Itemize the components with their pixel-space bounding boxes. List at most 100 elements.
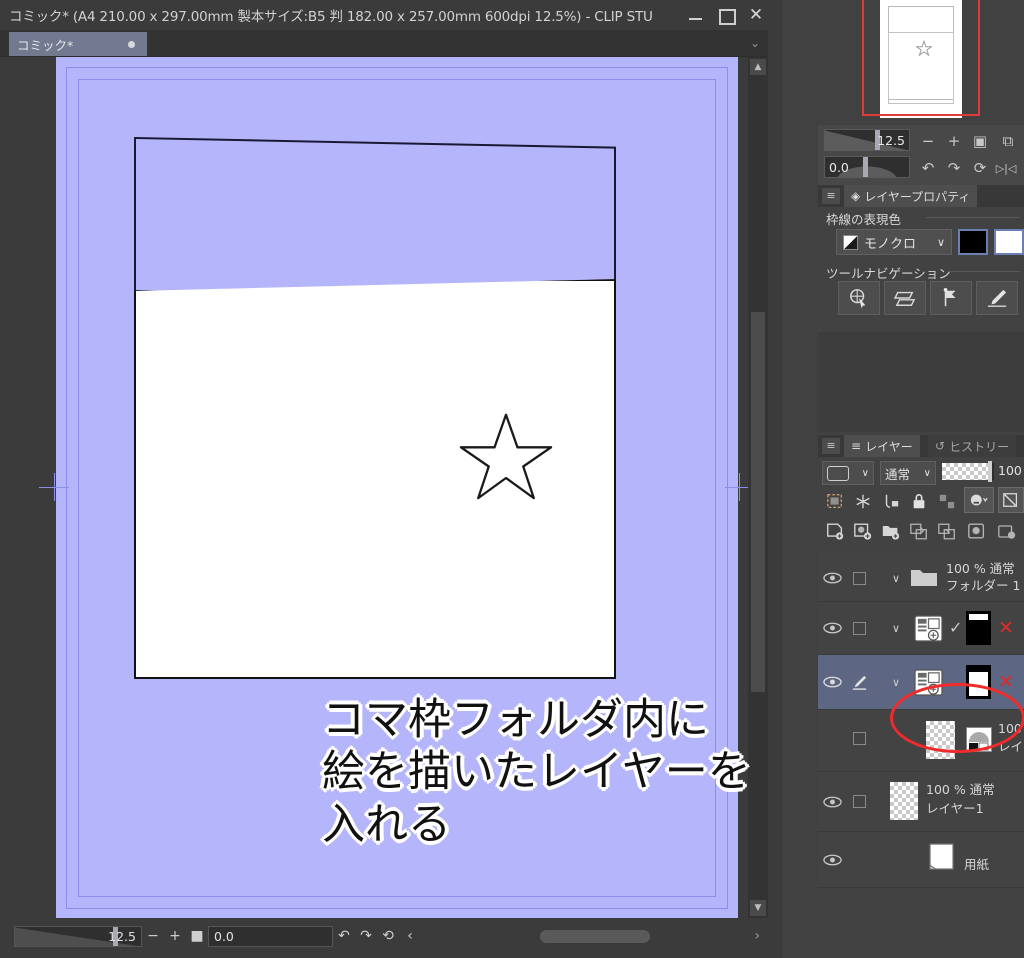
mask-apply-icon[interactable] [994,519,1020,543]
status-bar: 12.5 − + ■ 0.0 ↶ ↷ ⟲ ‹ › [0,918,768,958]
layer-expander-chevron-icon[interactable]: ∨ [886,655,906,709]
collapse-left-chevron-icon[interactable]: ‹ [399,926,421,947]
layer-expander-chevron-icon[interactable]: ∨ [886,602,906,654]
expression-color-dropdown[interactable]: モノクロ ∨ [836,229,952,255]
layer-thumbnail-transparent[interactable] [926,721,955,759]
navigator-rotation-handle[interactable] [863,157,868,177]
ruler-lock-icon[interactable] [878,489,904,513]
layer-palette-menu-icon[interactable]: ≡ [822,438,840,454]
expand-right-chevron-icon[interactable]: › [754,928,760,944]
navigator-rotate-reset-button[interactable]: ⟳ [968,156,992,180]
tab-history[interactable]: ↺ ヒストリー [928,435,1017,457]
tool-nav-transform-skew-icon[interactable] [884,281,926,315]
navigator-view-frame[interactable] [862,0,980,116]
tab-layer[interactable]: ≡ レイヤー [844,435,920,457]
blend-mode-dropdown[interactable]: 通常 ∨ [880,461,936,485]
color-swatch-white[interactable] [994,229,1024,255]
maximize-button[interactable] [718,7,736,25]
lock-layer-icon[interactable] [906,489,932,513]
layer-thumbnail-transparent[interactable] [890,782,918,820]
layer-property-menu-icon[interactable]: ≡ [822,188,840,204]
layer-row-layer-1[interactable]: 100 % 通常 レイヤー1 [818,772,1024,832]
layer-reference-checkbox[interactable] [846,728,872,748]
new-raster-layer-icon[interactable] [822,519,848,543]
layer-palette-header: ≡ ≡ レイヤー ↺ ヒストリー [818,435,1024,457]
quick-mask-icon[interactable] [850,489,876,513]
new-folder-icon[interactable] [878,519,904,543]
mask-disabled-x-icon[interactable]: ✕ [998,673,1014,692]
layer-list[interactable]: ∨ 100 % 通常 フォルダー 1 ∨ ✓ ✕ ∨ ✕ 100 レイ 100 … [818,555,1024,958]
layer-row-drawing-layer[interactable]: 100 レイ [818,710,1024,772]
combine-down-icon[interactable] [934,519,960,543]
layer-edit-pen-icon[interactable] [846,655,872,709]
layer-color-dropdown[interactable]: ∨ [822,461,874,485]
zoom-in-button[interactable]: + [164,926,186,947]
layer-visibility-eye-icon[interactable] [818,555,846,601]
layer-mask-thumbnail-small[interactable] [966,727,992,752]
mask-enable-icon[interactable] [964,487,994,513]
minimize-button[interactable] [688,7,704,23]
mask-disable-icon[interactable] [998,487,1024,513]
navigator-zoom-slider[interactable]: 12.5 [824,129,910,151]
opacity-value: 100 [998,463,1022,478]
rotate-left-button[interactable]: ↶ [333,926,355,947]
tab-layer-property[interactable]: ◈ レイヤープロパティ [844,185,978,207]
rotate-right-button[interactable]: ↷ [355,926,377,947]
layer-reference-checkbox[interactable] [846,555,872,601]
fit-to-screen-button[interactable]: ■ [186,926,208,947]
canvas-viewport[interactable]: コマ枠フォルダ内に 絵を描いたレイヤーを 入れる [0,57,768,918]
status-bar-pill[interactable] [540,930,650,943]
color-swatch-black[interactable] [958,229,988,255]
layer-reference-checkbox[interactable] [846,772,872,831]
comic-panel-top[interactable] [134,137,616,302]
mask-disabled-x-icon[interactable]: ✕ [998,619,1014,638]
layer-visibility-eye-icon[interactable] [818,602,846,654]
transfer-down-icon[interactable] [906,519,932,543]
close-button[interactable]: ✕ [748,7,764,24]
rotation-slider[interactable]: 0.0 [208,925,333,947]
comic-panel-bottom[interactable] [134,279,616,679]
rotate-reset-button[interactable]: ⟲ [377,926,399,947]
tool-nav-pen-draw-icon[interactable] [976,281,1018,315]
navigator-flip-canvas-button[interactable]: ⧉ [996,129,1020,153]
selection-from-layer-icon[interactable] [822,489,848,513]
navigator-rotate-left-button[interactable]: ↶ [916,156,940,180]
scroll-down-icon[interactable]: ▼ [750,900,766,916]
canvas-vertical-scrollbar[interactable]: ▲ ▼ [748,57,768,918]
opacity-slider-handle[interactable] [988,461,992,482]
layer-row-frame-border-lower[interactable]: ∨ ✕ [818,655,1024,710]
document-tab-comic[interactable]: コミック* [9,32,147,56]
layer-mask-thumbnail[interactable] [966,665,991,699]
layer-reference-checkbox[interactable] [846,602,872,654]
scrollbar-thumb[interactable] [751,312,765,692]
navigator-rotate-right-button[interactable]: ↷ [942,156,966,180]
layer-row-frame-border-upper[interactable]: ∨ ✓ ✕ [818,602,1024,655]
zoom-slider[interactable]: 12.5 [14,925,142,947]
layer-mask-thumbnail[interactable] [966,611,991,645]
navigator-zoom-out-button[interactable]: − [916,129,940,153]
scroll-up-icon[interactable]: ▲ [750,59,766,75]
lock-transparent-icon[interactable] [934,489,960,513]
navigator-flip-horizontal-button[interactable]: ▷|◁ [994,156,1018,180]
layer-visibility-eye-icon[interactable] [818,832,846,887]
document-tab-label: コミック* [17,37,74,53]
layer-visibility-eye-icon[interactable] [818,655,846,709]
layer-row-folder-1[interactable]: ∨ 100 % 通常 フォルダー 1 [818,555,1024,602]
layer-visibility-eye-icon[interactable] [818,772,846,831]
layer-expander-chevron-icon[interactable]: ∨ [886,555,906,601]
opacity-slider[interactable] [942,461,994,482]
tab-overflow-chevron-down-icon[interactable]: ⌄ [750,36,760,50]
navigator-fit-screen-button[interactable]: ▣ [968,129,992,153]
zoom-out-button[interactable]: − [142,926,164,947]
navigator-rotation-slider[interactable]: 0.0 [824,156,910,178]
tool-nav-object-select-icon[interactable] [838,281,880,315]
tool-nav-control-point-icon[interactable] [930,281,972,315]
mask-create-icon[interactable] [964,519,990,543]
layer-row-paper[interactable]: 用紙 [818,832,1024,888]
navigator-panel[interactable] [818,0,1024,125]
layer-palette-toolbar: ∨ 通常 ∨ 100 [818,457,1024,555]
title-bar: コミック* (A4 210.00 x 297.00mm 製本サイズ:B5 判 1… [0,0,768,30]
navigator-zoom-in-button[interactable]: + [942,129,966,153]
new-tone-layer-icon[interactable] [850,519,876,543]
navigator-zoom-value: 12.5 [877,133,905,148]
